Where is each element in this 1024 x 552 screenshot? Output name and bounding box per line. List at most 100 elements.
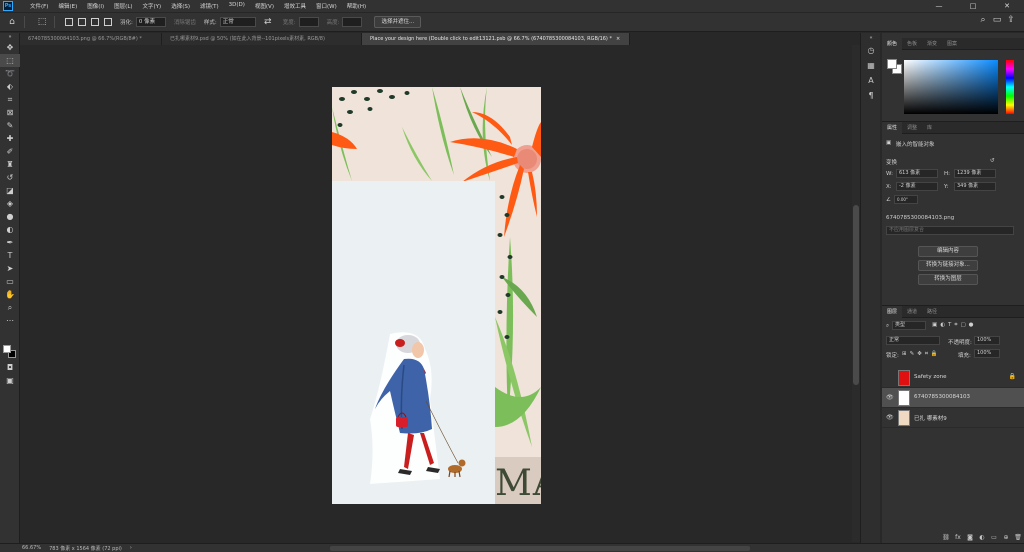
horizontal-scrollbar[interactable] xyxy=(330,546,750,551)
new-layer-icon[interactable]: ⊕ xyxy=(1000,534,1012,541)
edit-contents-button[interactable]: 编辑内容 xyxy=(918,246,978,257)
eyedropper-tool-icon[interactable]: ✎ xyxy=(0,119,20,132)
menu-help[interactable]: 帮助(H) xyxy=(342,2,371,10)
clone-stamp-tool-icon[interactable]: ♜ xyxy=(0,158,20,171)
hand-tool-icon[interactable]: ✋ xyxy=(0,288,20,301)
path-selection-tool-icon[interactable]: ➤ xyxy=(0,262,20,275)
canvas-area[interactable]: MAI xyxy=(20,45,852,542)
width-field[interactable]: 613 像素 xyxy=(896,169,938,178)
tab-color[interactable]: 颜色 xyxy=(882,37,903,50)
angle-field[interactable]: 0.00° xyxy=(894,195,918,204)
history-brush-tool-icon[interactable]: ↺ xyxy=(0,171,20,184)
menu-filter[interactable]: 滤镜(T) xyxy=(195,2,224,10)
layer-filter-icons[interactable]: ▣◐T⌗▢● xyxy=(932,322,976,329)
tab-adjustments[interactable]: 调整 xyxy=(902,122,922,134)
rectangular-marquee-tool-icon[interactable]: ⬚ xyxy=(0,54,20,67)
menu-view[interactable]: 视图(V) xyxy=(250,2,279,10)
foreground-color-swatch[interactable] xyxy=(3,345,11,353)
foreground-color-chip[interactable] xyxy=(887,59,897,69)
character-icon[interactable]: A xyxy=(861,73,881,88)
search-icon[interactable]: ⌕ xyxy=(976,15,990,29)
paint-bucket-tool-icon[interactable]: ◈ xyxy=(0,197,20,210)
feather-input[interactable]: 0 像素 xyxy=(135,17,166,27)
healing-brush-tool-icon[interactable]: ✚ xyxy=(0,132,20,145)
menu-type[interactable]: 文字(Y) xyxy=(138,2,167,10)
layer-comp-select[interactable]: 不应用图层复合 xyxy=(886,226,1014,235)
y-field[interactable]: 349 像素 xyxy=(954,182,996,191)
tab-channels[interactable]: 通道 xyxy=(902,306,922,318)
width-input[interactable] xyxy=(298,17,319,27)
rectangle-tool-icon[interactable]: ▭ xyxy=(0,275,20,288)
x-field[interactable]: -2 像素 xyxy=(896,182,938,191)
history-icon[interactable]: ◷ xyxy=(861,43,881,58)
layer-name[interactable]: Safety zone xyxy=(914,374,946,380)
select-and-mask-button[interactable]: 选择并遮住... xyxy=(374,16,422,28)
link-layers-icon[interactable]: ⛓ xyxy=(940,534,952,541)
menu-layer[interactable]: 图层(L) xyxy=(109,2,137,10)
tab-close-icon[interactable]: × xyxy=(616,36,620,42)
menu-file[interactable]: 文件(F) xyxy=(25,2,53,10)
pen-tool-icon[interactable]: ✒ xyxy=(0,236,20,249)
menu-window[interactable]: 窗口(W) xyxy=(311,2,342,10)
reset-transform-icon[interactable]: ↺ xyxy=(990,158,995,164)
home-icon[interactable]: ⌂ xyxy=(5,15,19,29)
tab-swatches[interactable]: 色板 xyxy=(902,38,922,50)
menu-3d[interactable]: 3D(D) xyxy=(224,2,250,10)
visibility-eye-icon[interactable]: 👁 xyxy=(886,414,894,421)
fill-field[interactable]: 100% xyxy=(974,349,1000,358)
layer-kind-filter[interactable]: 类型 xyxy=(892,321,926,330)
height-input[interactable] xyxy=(342,17,363,27)
delete-layer-icon[interactable]: 🗑 xyxy=(1012,534,1024,541)
workspace-icon[interactable]: ▭ xyxy=(990,15,1004,29)
new-selection-icon[interactable] xyxy=(65,18,73,26)
layer-style-icon[interactable]: fx xyxy=(952,534,964,541)
hue-slider[interactable] xyxy=(1006,60,1014,114)
brush-settings-icon[interactable]: ▦ xyxy=(861,58,881,73)
add-mask-icon[interactable]: ◙ xyxy=(964,534,976,541)
tab-layers[interactable]: 图层 xyxy=(882,305,903,318)
menu-image[interactable]: 图像(I) xyxy=(82,2,109,10)
convert-to-linked-button[interactable]: 转换为链接对象... xyxy=(918,260,978,271)
scrollbar-thumb[interactable] xyxy=(853,205,859,385)
dock-collapse-icon[interactable]: « xyxy=(861,33,881,43)
tab-gradients[interactable]: 渐变 xyxy=(922,38,942,50)
tab-document-2[interactable]: 已扎哪素材9.psd @ 50% (如在此入背景--101pixels素材素, … xyxy=(162,33,362,45)
visibility-eye-icon[interactable]: 👁 xyxy=(886,394,894,401)
move-tool-icon[interactable]: ✥ xyxy=(0,41,20,54)
style-select[interactable]: 正常 xyxy=(219,17,256,27)
adjustment-layer-icon[interactable]: ◐ xyxy=(976,534,988,541)
opacity-field[interactable]: 100% xyxy=(974,336,1000,345)
maximize-button[interactable]: □ xyxy=(956,0,990,12)
marquee-preset-icon[interactable]: ⬚ xyxy=(35,15,49,29)
more-tools-icon[interactable]: ⋯ xyxy=(0,314,20,327)
height-field[interactable]: 1239 像素 xyxy=(954,169,996,178)
blend-mode-select[interactable]: 正常 xyxy=(886,336,940,345)
tab-paths[interactable]: 路径 xyxy=(922,306,942,318)
lasso-tool-icon[interactable]: ➰ xyxy=(0,67,20,80)
layer-name[interactable]: 已扎 哪素材9 xyxy=(914,414,947,422)
convert-to-layers-button[interactable]: 转换为图层 xyxy=(918,274,978,285)
zoom-tool-icon[interactable]: ⌕ xyxy=(0,301,20,314)
blur-tool-icon[interactable]: ● xyxy=(0,210,20,223)
menu-select[interactable]: 选择(S) xyxy=(166,2,195,10)
zoom-level[interactable]: 66.67% xyxy=(22,545,41,551)
object-selection-tool-icon[interactable]: ⬖ xyxy=(0,80,20,93)
tab-document-3[interactable]: Place your design here (Double click to … xyxy=(362,33,630,45)
layer-row[interactable]: 👁 已扎 哪素材9 xyxy=(882,408,1024,428)
lock-icons[interactable]: ⊞✎✥⌗🔒 xyxy=(902,351,941,358)
frame-tool-icon[interactable]: ⊠ xyxy=(0,106,20,119)
tab-libraries[interactable]: 库 xyxy=(922,122,937,134)
type-tool-icon[interactable]: T xyxy=(0,249,20,262)
close-button[interactable]: ✕ xyxy=(990,0,1024,12)
minimize-button[interactable]: — xyxy=(922,0,956,12)
vertical-scrollbar[interactable] xyxy=(852,45,860,542)
antialias-checkbox[interactable]: 消除锯齿 xyxy=(174,18,196,26)
crop-tool-icon[interactable]: ⌗ xyxy=(0,93,20,106)
add-selection-icon[interactable] xyxy=(78,18,86,26)
layer-row[interactable]: 👁 6740785300084103 xyxy=(882,388,1024,408)
subtract-selection-icon[interactable] xyxy=(91,18,99,26)
screen-mode-icon[interactable]: ▣ xyxy=(0,374,20,387)
tab-patterns[interactable]: 图案 xyxy=(942,38,962,50)
status-arrow-icon[interactable]: › xyxy=(130,545,132,551)
paragraph-icon[interactable]: ¶ xyxy=(861,88,881,103)
